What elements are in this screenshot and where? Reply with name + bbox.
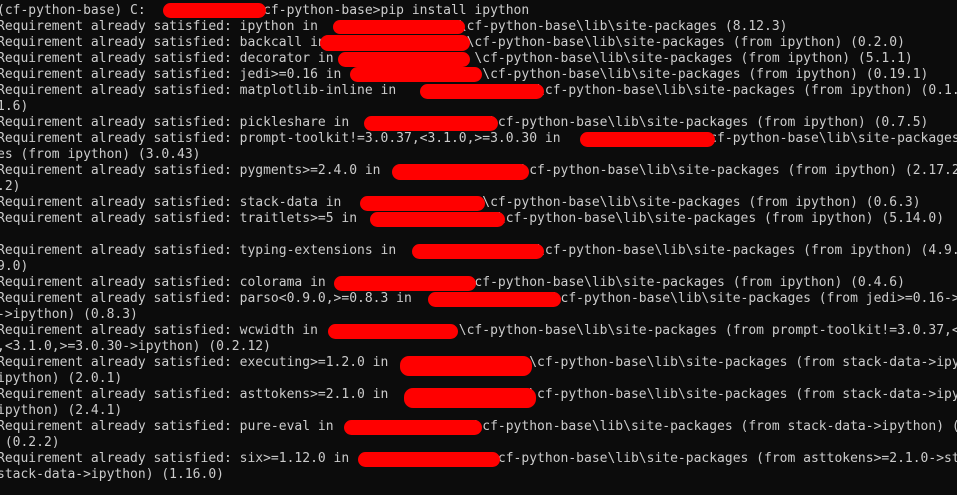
redaction-mark xyxy=(404,388,536,408)
redaction-mark xyxy=(338,52,470,67)
redaction-mark xyxy=(344,420,482,435)
output-line: Requirement already satisfied: prompt-to… xyxy=(0,131,957,146)
redaction-mark xyxy=(428,292,561,307)
output-line: Requirement already satisfied: wcwidth i… xyxy=(0,323,957,338)
redaction-mark xyxy=(400,356,532,376)
redaction-mark xyxy=(333,20,465,34)
output-line-wrap: (0.2.2) xyxy=(0,435,60,450)
terminal-window[interactable]: (cf-python-base) C: \cf-python-base>pip … xyxy=(0,0,957,495)
redaction-mark xyxy=(580,132,715,147)
redaction-mark xyxy=(360,196,485,211)
redaction-mark xyxy=(364,116,498,131)
redaction-mark xyxy=(370,212,505,227)
redaction-mark xyxy=(163,3,266,18)
redaction-mark xyxy=(334,276,476,291)
output-line-wrap: 9.0) xyxy=(0,259,29,274)
redaction-mark xyxy=(420,84,544,99)
output-line-wrap: es (from ipython) (3.0.43) xyxy=(0,147,201,162)
redaction-mark xyxy=(358,452,500,467)
output-line-wrap: ->ipython) (0.8.3) xyxy=(0,307,138,322)
redaction-mark xyxy=(350,67,482,82)
output-line-wrap: ,<3.1.0,>=3.0.30->ipython) (0.2.12) xyxy=(0,339,271,354)
redaction-mark xyxy=(392,164,529,180)
output-line-wrap: stack-data->ipython) (1.16.0) xyxy=(0,467,224,482)
redaction-mark xyxy=(412,244,544,259)
redaction-mark xyxy=(320,35,470,51)
output-line-wrap: 1.6) xyxy=(0,99,29,114)
output-line-wrap: .2) xyxy=(0,179,21,194)
output-line-wrap: ipython) (2.0.1) xyxy=(0,371,123,386)
output-line-wrap: ipython) (2.4.1) xyxy=(0,403,123,418)
redaction-mark xyxy=(328,324,458,339)
